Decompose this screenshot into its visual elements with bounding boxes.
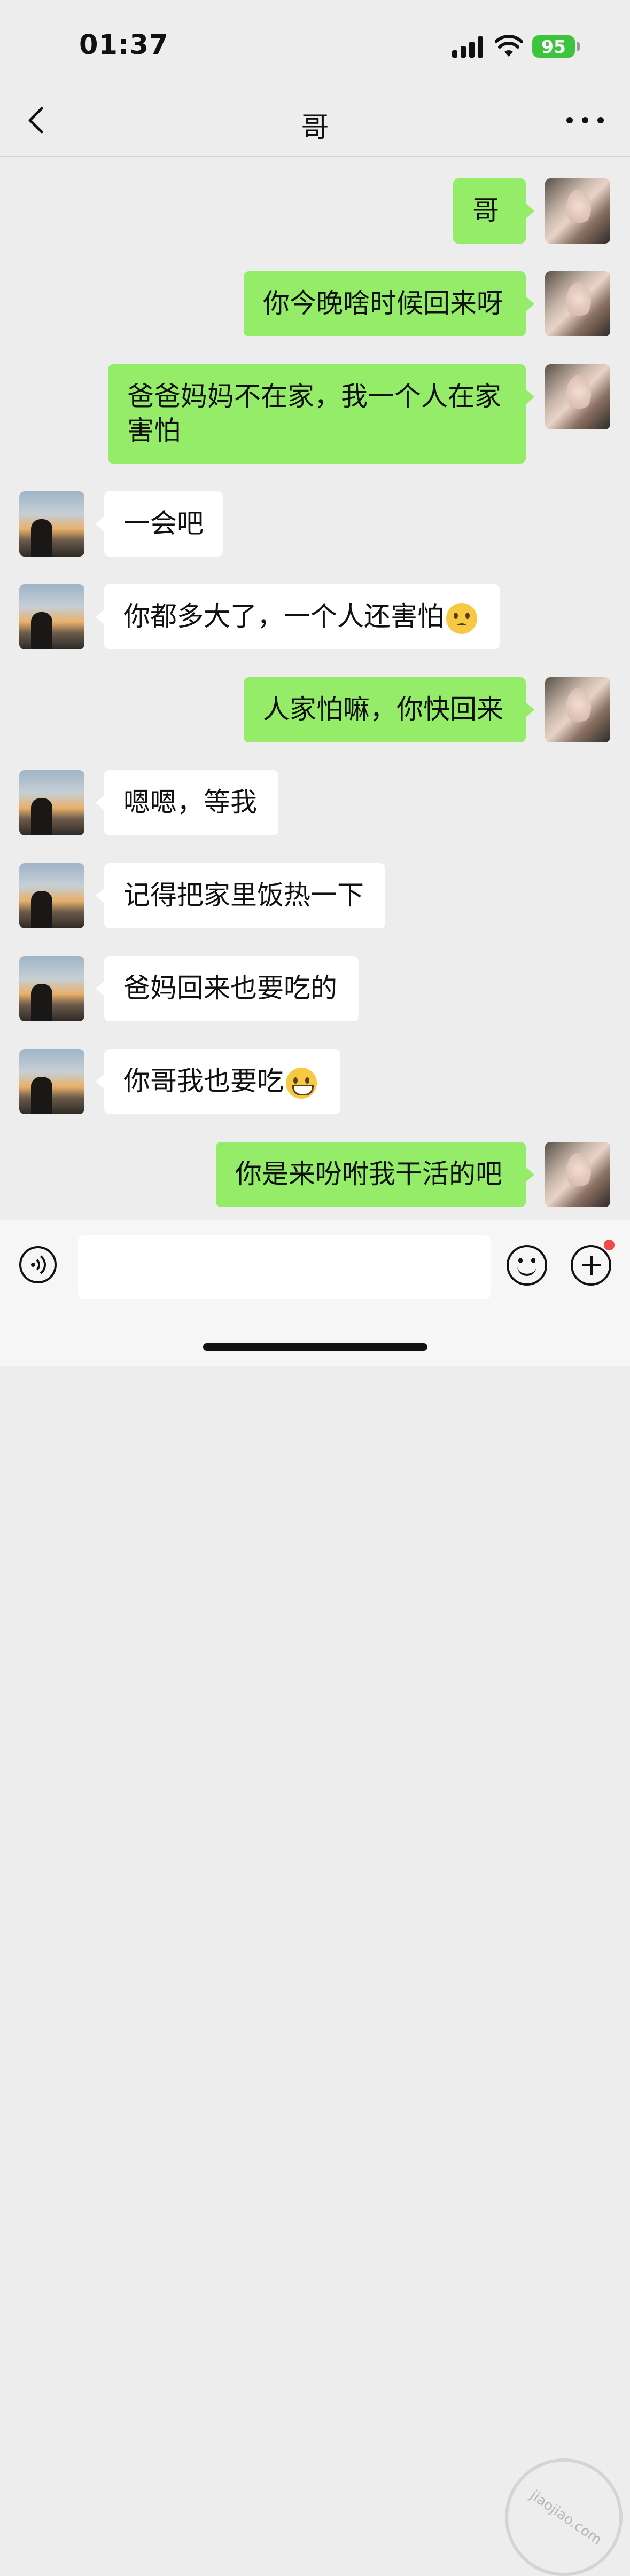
received-message[interactable]: 你哥我也要吃: [0, 1049, 630, 1114]
received-message[interactable]: 你都多大了，一个人还害怕: [0, 584, 630, 649]
my-avatar[interactable]: [545, 271, 610, 336]
status-bar: 01:37 95: [0, 0, 630, 85]
received-message[interactable]: 记得把家里饭热一下: [0, 863, 630, 928]
message-bubble[interactable]: 记得把家里饭热一下: [104, 863, 385, 928]
my-avatar[interactable]: [545, 178, 610, 244]
sent-message[interactable]: 哥: [0, 178, 630, 244]
grinning-face-emoji: [286, 1067, 317, 1099]
chat-title: 哥: [301, 112, 329, 144]
received-message[interactable]: 一会吧: [0, 491, 630, 557]
status-time: 01:37: [79, 29, 169, 61]
message-bubble[interactable]: 爸爸妈妈不在家，我一个人在家 害怕: [108, 364, 526, 464]
pleading-face-emoji: [446, 602, 477, 634]
message-bubble[interactable]: 你都多大了，一个人还害怕: [104, 584, 500, 649]
wifi-icon: [495, 35, 523, 57]
sent-message[interactable]: 你今晚啥时候回来呀: [0, 271, 630, 336]
my-avatar[interactable]: [545, 1142, 610, 1207]
bubble-tail: [526, 296, 534, 311]
message-text: 你是来吩咐我干活的吧: [235, 1158, 502, 1189]
add-attachment-icon[interactable]: [571, 1245, 611, 1286]
message-text: 你今晚啥时候回来呀: [263, 288, 503, 319]
battery-indicator: 95: [532, 35, 575, 58]
bubble-tail: [526, 1167, 534, 1182]
input-bar: jiaojiao.com: [0, 1220, 630, 2576]
message-bubble[interactable]: 你哥我也要吃: [104, 1049, 340, 1114]
message-bubble[interactable]: 爸妈回来也要吃的: [104, 956, 359, 1021]
received-message[interactable]: 嗯嗯，等我: [0, 770, 630, 835]
message-text: 爸爸妈妈不在家，我一个人在家 害怕: [127, 381, 501, 446]
bubble-tail: [96, 981, 104, 996]
sent-message[interactable]: 你是来吩咐我干活的吧: [0, 1142, 630, 1207]
brother-avatar[interactable]: [19, 1049, 84, 1114]
message-text: 爸妈回来也要吃的: [123, 973, 337, 1004]
brother-avatar[interactable]: [19, 863, 84, 928]
watermark-text: jiaojiao.com: [527, 2487, 605, 2549]
message-text: 人家怕嘛，你快回来: [263, 694, 503, 725]
message-input[interactable]: [78, 1235, 491, 1299]
message-text: 嗯嗯，等我: [123, 787, 257, 818]
my-avatar[interactable]: [545, 677, 610, 742]
received-message[interactable]: 爸妈回来也要吃的: [0, 956, 630, 1021]
chat-header: 哥: [0, 85, 630, 157]
bubble-tail: [96, 516, 104, 531]
message-bubble[interactable]: 你是来吩咐我干活的吧: [216, 1142, 526, 1207]
voice-input-icon[interactable]: [18, 1245, 58, 1285]
message-list[interactable]: 哥你今晚啥时候回来呀爸爸妈妈不在家，我一个人在家 害怕一会吧你都多大了，一个人还…: [0, 157, 630, 1220]
battery-tip-icon: [577, 42, 580, 51]
bubble-tail: [526, 203, 534, 218]
message-bubble[interactable]: 一会吧: [104, 491, 223, 557]
message-text: 你哥我也要吃: [123, 1066, 284, 1097]
message-bubble[interactable]: 嗯嗯，等我: [104, 770, 278, 835]
bubble-tail: [526, 389, 534, 404]
brother-avatar[interactable]: [19, 770, 84, 835]
bubble-tail: [526, 702, 534, 717]
sent-message[interactable]: 人家怕嘛，你快回来: [0, 677, 630, 742]
message-text: 记得把家里饭热一下: [123, 880, 364, 911]
message-text: 你都多大了，一个人还害怕: [123, 601, 444, 632]
brother-avatar[interactable]: [19, 491, 84, 557]
bubble-tail: [96, 1074, 104, 1089]
message-text: 哥: [472, 195, 499, 226]
brother-avatar[interactable]: [19, 584, 84, 649]
more-options-icon[interactable]: [566, 107, 604, 134]
message-bubble[interactable]: 你今晚啥时候回来呀: [244, 271, 526, 336]
cellular-signal-icon: [452, 36, 484, 58]
watermark-seal: jiaojiao.com: [505, 2458, 623, 2576]
notification-dot: [604, 1240, 615, 1250]
bubble-tail: [96, 795, 104, 810]
battery-level: 95: [541, 36, 566, 57]
brother-avatar[interactable]: [19, 956, 84, 1021]
message-bubble[interactable]: 哥: [453, 178, 526, 244]
message-text: 一会吧: [123, 508, 204, 539]
home-indicator[interactable]: [203, 1343, 427, 1351]
message-bubble[interactable]: 人家怕嘛，你快回来: [244, 677, 526, 742]
emoji-picker-icon[interactable]: [507, 1245, 547, 1286]
bubble-tail: [96, 609, 104, 624]
bubble-tail: [96, 888, 104, 903]
my-avatar[interactable]: [545, 364, 610, 429]
sent-message[interactable]: 爸爸妈妈不在家，我一个人在家 害怕: [0, 364, 630, 464]
